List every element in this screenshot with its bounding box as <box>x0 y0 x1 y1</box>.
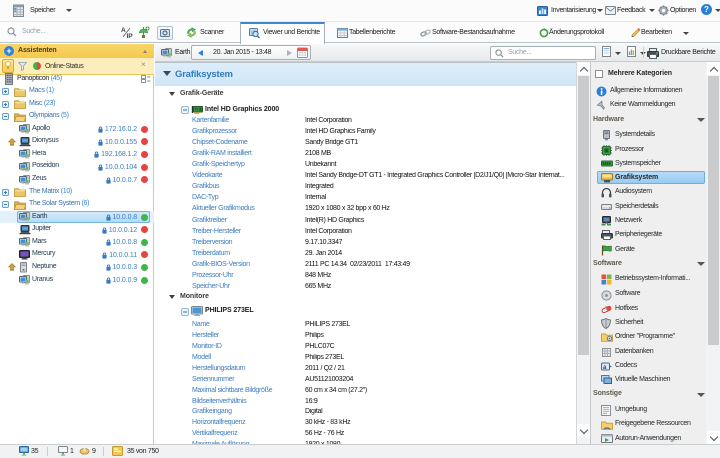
svg-text:IP: IP <box>127 33 134 39</box>
svg-text:A: A <box>121 27 126 34</box>
